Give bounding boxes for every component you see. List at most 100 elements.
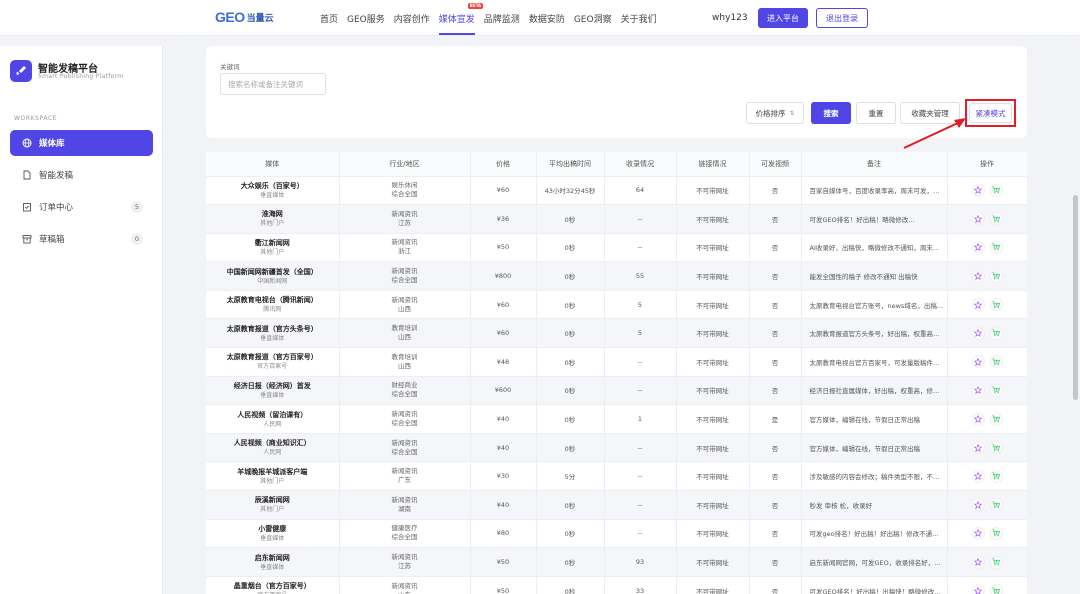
- add-to-cart-icon[interactable]: [989, 212, 1003, 226]
- add-to-cart-icon[interactable]: [989, 355, 1003, 369]
- media-name[interactable]: 太原教育电视台（腾讯新闻）: [209, 295, 336, 305]
- nav-link[interactable]: 品牌监测: [484, 12, 520, 25]
- add-to-cart-icon[interactable]: [989, 383, 1003, 397]
- media-name[interactable]: 晶重烟台（官方百家号）: [209, 581, 336, 591]
- avg-time-cell: 0秒: [536, 376, 605, 406]
- media-name[interactable]: 人民视频（留泊课有）: [209, 410, 336, 420]
- media-name[interactable]: 太原教育报道（官方百家号）: [209, 352, 336, 362]
- price-sort-select[interactable]: 价格排序 ⇅: [746, 102, 804, 124]
- compact-mode-button[interactable]: 紧凑模式: [969, 103, 1012, 123]
- add-to-cart-icon[interactable]: [989, 526, 1003, 540]
- nav-link[interactable]: 媒体宣发 BETA: [438, 3, 484, 35]
- actions-cell: [947, 318, 1027, 349]
- col-header-inclusion: 收录情况: [604, 152, 677, 177]
- region: 浙江: [398, 247, 411, 256]
- add-to-cart-icon[interactable]: [989, 326, 1003, 340]
- enter-platform-button[interactable]: 进入平台: [758, 8, 808, 28]
- industry: 新闻资讯: [391, 410, 418, 419]
- sidebar-item-orders[interactable]: 订单中心 5: [10, 194, 153, 220]
- price-cell: ¥60: [470, 318, 537, 349]
- add-to-cart-icon[interactable]: [989, 441, 1003, 455]
- media-name[interactable]: 辰溪新闻网: [209, 495, 336, 505]
- favorite-star-icon[interactable]: [971, 183, 985, 197]
- inclusion-cell: --: [604, 233, 677, 263]
- nav-link-label: 品牌监测: [483, 15, 520, 25]
- add-to-cart-icon[interactable]: [989, 183, 1003, 197]
- favorite-star-icon[interactable]: [971, 240, 985, 254]
- favorite-star-icon[interactable]: [971, 441, 985, 455]
- table-row: 中国新闻网新疆首发（全国） 中国新闻网 新闻资讯 综合全国 ¥800 0秒 55 不可带网址否…: [206, 261, 1027, 291]
- add-to-cart-icon[interactable]: [989, 412, 1003, 426]
- logo-cn-text: 当量云: [246, 13, 274, 24]
- logout-button[interactable]: 退出登录: [816, 8, 868, 28]
- price-cell: ¥600: [470, 376, 537, 406]
- add-to-cart-icon[interactable]: [989, 584, 1003, 594]
- add-to-cart-icon[interactable]: [989, 555, 1003, 569]
- logo[interactable]: GEO 当量云: [215, 9, 274, 25]
- favorite-star-icon[interactable]: [971, 383, 985, 397]
- nav-link[interactable]: 数据安防: [529, 12, 565, 25]
- favorite-star-icon[interactable]: [971, 298, 985, 312]
- media-name[interactable]: 淮海网: [209, 209, 336, 219]
- video-cell: 否: [749, 519, 802, 549]
- media-name[interactable]: 经济日报（经济网）首发: [209, 381, 336, 391]
- reset-button[interactable]: 重置: [856, 102, 896, 124]
- favorite-star-icon[interactable]: [971, 212, 985, 226]
- favorite-star-icon[interactable]: [971, 498, 985, 512]
- table-row: 大众娱乐（百家号） 垂直媒体 娱乐休闲 综合全国 ¥60 43小时32分45秒 64 不可带网…: [206, 176, 1027, 206]
- add-to-cart-icon[interactable]: [989, 469, 1003, 483]
- favorite-star-icon[interactable]: [971, 326, 985, 340]
- table-row: 太原教育报道（官方头条号） 垂直媒体 教育培训 山西 ¥60 0秒 5 不可带网址否太原教育报…: [206, 318, 1027, 349]
- media-name[interactable]: 太原教育报道（官方头条号）: [209, 324, 336, 334]
- add-to-cart-icon[interactable]: [989, 269, 1003, 283]
- add-to-cart-icon[interactable]: [989, 498, 1003, 512]
- media-name[interactable]: 启东新闻网: [209, 553, 336, 563]
- inclusion-cell: --: [604, 376, 677, 406]
- note-cell: 太原教育电视台官方账号，news域名，出稿...: [801, 290, 948, 320]
- nav-link[interactable]: GEO洞察: [574, 12, 612, 25]
- add-to-cart-icon[interactable]: [989, 298, 1003, 312]
- draft-count-badge: 0: [131, 233, 143, 245]
- favorite-star-icon[interactable]: [971, 269, 985, 283]
- media-name[interactable]: 小雷健康: [209, 524, 336, 534]
- sidebar-item-smart-publish[interactable]: 智能发稿: [10, 162, 153, 188]
- favorite-star-icon[interactable]: [971, 469, 985, 483]
- nav-link[interactable]: GEO服务: [347, 12, 385, 25]
- media-name[interactable]: 衢江新闻网: [209, 238, 336, 248]
- media-name[interactable]: 中国新闻网新疆首发（全国）: [209, 267, 336, 277]
- media-name[interactable]: 人民视频（商业知识汇）: [209, 438, 336, 448]
- table-row: 人民视频（商业知识汇） 人民网 新闻资讯 综合全国 ¥40 0秒 -- 不可带网址否官方媒体，…: [206, 433, 1027, 463]
- note-cell: 可发geo排名！好出稿！好出稿！修改不通知！: [801, 519, 948, 549]
- favorite-star-icon[interactable]: [971, 584, 985, 594]
- sidebar-item-drafts[interactable]: 草稿箱 0: [10, 226, 153, 252]
- nav-link-label: 首页: [320, 15, 339, 25]
- media-name[interactable]: 羊城晚报羊城派客户端: [209, 467, 336, 477]
- nav-link[interactable]: 内容创作: [394, 12, 430, 25]
- favorite-star-icon[interactable]: [971, 412, 985, 426]
- note-cell: 启东新闻网官网，可发GEO，收录排名好，...: [801, 547, 948, 577]
- video-cell: 否: [749, 204, 802, 234]
- keyword-search-input[interactable]: [220, 73, 326, 95]
- link-cell: 不可带网址: [676, 433, 750, 463]
- note-cell: 百家自媒体号，百度收录率高，周末可发，不...: [801, 176, 948, 206]
- nav-link[interactable]: 关于我们: [621, 12, 657, 25]
- media-name[interactable]: 大众娱乐（百家号）: [209, 181, 336, 191]
- search-button[interactable]: 搜索: [811, 102, 851, 124]
- favorite-star-icon[interactable]: [971, 526, 985, 540]
- industry: 新闻资讯: [391, 438, 418, 447]
- favorite-star-icon[interactable]: [971, 555, 985, 569]
- note-cell: 经济日报社直属媒体，好出稿，权重高，修改...: [801, 376, 948, 406]
- link-cell: 不可带网址: [676, 404, 750, 434]
- nav-link[interactable]: 首页: [320, 12, 338, 25]
- media-cell: 羊城晚报羊城派客户端 其他门户: [206, 461, 340, 492]
- media-cell: 太原教育报道（官方头条号） 垂直媒体: [206, 318, 340, 349]
- favorite-star-icon[interactable]: [971, 355, 985, 369]
- scrollbar-thumb[interactable]: [1073, 195, 1078, 400]
- avg-time-cell: 0秒: [536, 404, 605, 434]
- avg-time-cell: 5分: [536, 461, 605, 492]
- region: 综合全国: [391, 190, 418, 199]
- add-to-cart-icon[interactable]: [989, 240, 1003, 254]
- sidebar-item-media-library[interactable]: 媒体库: [10, 130, 153, 156]
- industry: 新闻资讯: [391, 467, 418, 476]
- media-cell: 太原教育电视台（腾讯新闻） 腾讯网: [206, 290, 340, 320]
